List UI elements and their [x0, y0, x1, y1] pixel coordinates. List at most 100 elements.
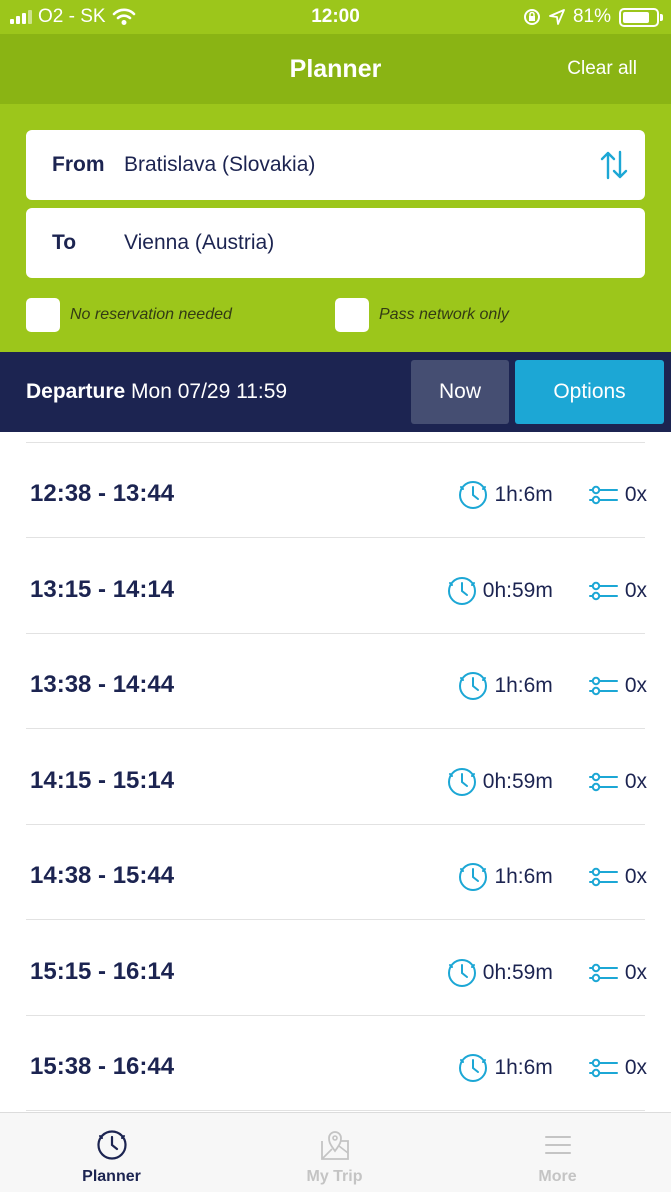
transfers-value: 0x — [624, 674, 647, 697]
transfers-value: 0x — [624, 483, 647, 506]
transfers-value: 0x — [624, 578, 647, 602]
duration-value: 0h:59m — [482, 578, 553, 602]
connection-meta: 1h:6m 0x — [458, 671, 647, 701]
connection-meta: 0h:59m 0x — [447, 958, 647, 988]
transfers: 0x — [587, 865, 647, 889]
clock-icon — [447, 576, 477, 606]
clock-icon — [458, 1053, 488, 1083]
from-field[interactable]: From Bratislava (Slovakia) — [26, 130, 645, 200]
clock-icon — [458, 671, 488, 701]
pass-network-checkbox[interactable]: Pass network only — [335, 298, 509, 332]
connection-row[interactable]: 14:15 - 15:14 0h:59m 0x — [0, 730, 671, 825]
transfer-icon — [587, 483, 619, 507]
clock-icon — [458, 862, 488, 892]
to-field[interactable]: To Vienna (Austria) — [26, 208, 645, 278]
transfers: 0x — [587, 961, 647, 985]
tab-more[interactable]: More — [446, 1113, 669, 1192]
connection-row[interactable]: 12:38 - 13:44 1h:6m 0x — [0, 443, 671, 538]
duration-value: 1h:6m — [494, 483, 553, 506]
transfers: 0x — [587, 770, 647, 794]
tab-bar: Planner My Trip More — [0, 1112, 671, 1192]
clock-icon — [447, 958, 477, 988]
app-header: Planner Clear all — [0, 34, 671, 104]
clear-all-button[interactable]: Clear all — [567, 58, 637, 80]
no-reservation-checkbox[interactable]: No reservation needed — [26, 298, 232, 332]
connection-meta: 0h:59m 0x — [447, 576, 647, 606]
tab-planner[interactable]: Planner — [0, 1113, 223, 1192]
transfer-icon — [587, 961, 619, 985]
duration-value: 0h:59m — [482, 769, 553, 793]
connection-row[interactable]: 13:38 - 14:44 1h:6m 0x — [0, 634, 671, 729]
duration: 1h:6m — [458, 1053, 553, 1083]
transfers: 0x — [587, 483, 647, 507]
battery-icon — [619, 7, 663, 27]
to-value[interactable]: Vienna (Austria) — [124, 231, 274, 255]
options-button[interactable]: Options — [515, 360, 664, 424]
departure-bar: Departure Mon 07/29 11:59 Now Options — [0, 352, 671, 432]
duration-value: 1h:6m — [494, 865, 553, 888]
battery-tip — [660, 13, 663, 21]
tab-my-trip[interactable]: My Trip — [223, 1113, 446, 1192]
transfers: 0x — [587, 579, 647, 603]
now-button[interactable]: Now — [411, 360, 509, 424]
transfers-value: 0x — [624, 960, 647, 984]
duration-value: 1h:6m — [494, 674, 553, 697]
departure-value: Mon 07/29 11:59 — [131, 380, 288, 403]
status-right: 81% — [523, 6, 663, 28]
connection-row[interactable]: 13:15 - 14:14 0h:59m 0x — [0, 539, 671, 634]
departure-label: Departure — [26, 380, 126, 403]
connection-time: 14:15 - 15:14 — [30, 766, 175, 794]
location-arrow-icon — [549, 9, 565, 25]
tab-label: More — [538, 1168, 577, 1185]
transfer-icon — [587, 865, 619, 889]
status-bar: O2 - SK 12:00 81% — [0, 0, 671, 34]
checkbox-box[interactable] — [335, 298, 369, 332]
checkbox-box[interactable] — [26, 298, 60, 332]
transfer-icon — [587, 579, 619, 603]
divider — [26, 1110, 645, 1111]
tab-label: My Trip — [306, 1168, 363, 1185]
transfer-icon — [587, 1056, 619, 1080]
connection-meta: 1h:6m 0x — [458, 862, 647, 892]
connection-meta: 1h:6m 0x — [458, 480, 647, 510]
from-label: From — [52, 153, 105, 176]
transfers-value: 0x — [624, 1056, 647, 1079]
connection-list: 12:38 - 13:44 1h:6m 0x 13:15 - 14:14 0h:59m 0… — [0, 432, 671, 1112]
connection-row[interactable]: 15:15 - 16:14 0h:59m 0x — [0, 921, 671, 1016]
connection-meta: 0h:59m 0x — [447, 767, 647, 797]
connection-row[interactable]: 14:38 - 15:44 1h:6m 0x — [0, 825, 671, 920]
connection-time: 13:15 - 14:14 — [30, 575, 175, 603]
clock-icon — [458, 480, 488, 510]
transfers-value: 0x — [624, 769, 647, 793]
battery-percent: 81% — [572, 6, 611, 27]
orientation-lock-icon — [523, 9, 540, 25]
connection-meta: 1h:6m 0x — [458, 1053, 647, 1083]
transfers-value: 0x — [624, 865, 647, 888]
duration: 1h:6m — [458, 671, 553, 701]
swap-icon[interactable] — [599, 149, 629, 181]
connection-time: 14:38 - 15:44 — [30, 862, 175, 889]
connection-time: 13:38 - 14:44 — [30, 671, 175, 698]
from-value[interactable]: Bratislava (Slovakia) — [124, 153, 315, 177]
pass-network-label: Pass network only — [379, 306, 509, 323]
no-reservation-label: No reservation needed — [70, 306, 232, 323]
departure-info[interactable]: Departure Mon 07/29 11:59 — [26, 380, 287, 404]
to-label: To — [52, 231, 77, 254]
duration: 1h:6m — [458, 862, 553, 892]
duration: 0h:59m — [447, 576, 553, 606]
tab-label: Planner — [82, 1168, 141, 1185]
duration-value: 0h:59m — [482, 960, 553, 984]
transfer-icon — [587, 770, 619, 794]
duration: 1h:6m — [458, 480, 553, 510]
connection-time: 15:38 - 16:44 — [30, 1053, 175, 1080]
connection-time: 12:38 - 13:44 — [30, 480, 175, 507]
duration-value: 1h:6m — [494, 1056, 553, 1079]
battery-fill — [623, 11, 649, 23]
transfers: 0x — [587, 1056, 647, 1080]
transfers: 0x — [587, 674, 647, 698]
clock-icon — [447, 767, 477, 797]
transfer-icon — [587, 674, 619, 698]
duration: 0h:59m — [447, 767, 553, 797]
connection-row[interactable]: 15:38 - 16:44 1h:6m 0x — [0, 1016, 671, 1111]
connection-time: 15:15 - 16:14 — [30, 957, 175, 985]
